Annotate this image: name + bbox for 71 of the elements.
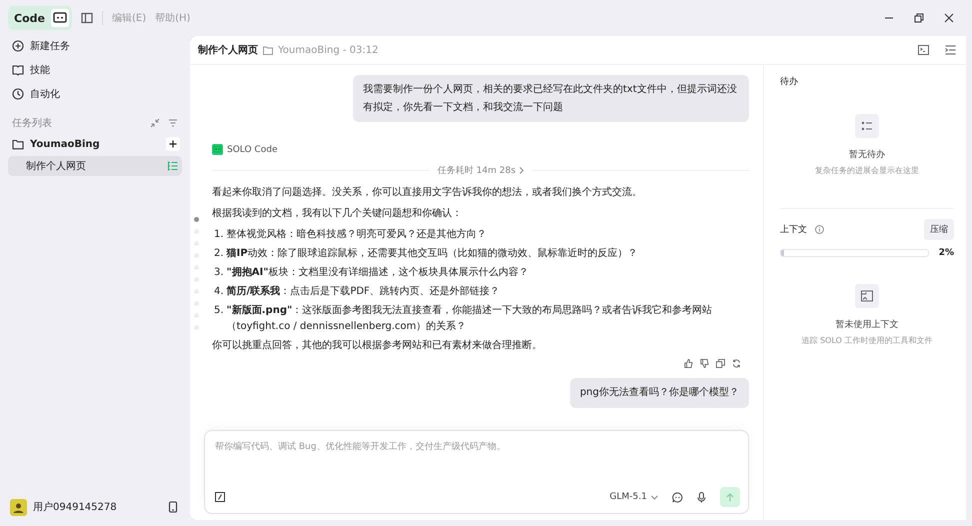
nav-item[interactable]: 自动化 — [8, 84, 182, 104]
copy-icon[interactable] — [716, 359, 725, 368]
empty-state-title: 暂无待办 — [849, 148, 885, 161]
task-title: 制作个人网页 — [198, 44, 258, 57]
refresh-icon[interactable] — [732, 359, 741, 368]
list-item-text: "拥抱AI"板块：文档里没有详细描述，这个板块具体展示什么内容？ — [226, 266, 528, 280]
message-input[interactable]: 帮你编写代码、调试 Bug、优化性能等开发工作，交付生产级代码产物。 GLM-5.1 — [204, 430, 749, 514]
chat-bubble-icon[interactable] — [672, 492, 683, 502]
model-selector[interactable]: GLM-5.1 — [610, 492, 647, 502]
context-usage-percent: 2% — [938, 248, 954, 258]
thumbs-up-icon[interactable] — [684, 359, 693, 368]
task-duration-link[interactable]: 任务耗时 14m 28s — [437, 164, 516, 177]
list-number: 5. — [214, 304, 224, 318]
list-number: 2. — [214, 247, 224, 261]
arrow-up-icon — [726, 492, 734, 502]
nav-item[interactable]: 新建任务 — [8, 36, 182, 56]
collapse-icon[interactable] — [150, 118, 160, 128]
terminal-icon[interactable] — [918, 45, 929, 55]
message-nav-dot[interactable] — [194, 217, 199, 222]
plus-icon — [169, 140, 177, 148]
compress-button[interactable]: 压缩 — [924, 219, 954, 240]
chat-box-icon — [50, 9, 69, 27]
message-paragraph: 你可以挑重点回答，其他的我可以根据参考网站和已有素材来做合理推断。 — [212, 338, 543, 353]
list-number: 4. — [214, 285, 224, 299]
info-icon[interactable] — [815, 225, 824, 234]
slash-command-icon[interactable] — [215, 492, 225, 502]
book-icon — [12, 64, 24, 76]
list-item-text: 简历/联系我：点击后是下载PDF、跳转内页、还是外部链接？ — [226, 284, 500, 299]
folder-image-icon — [855, 284, 879, 308]
list-item-text: 整体视觉风格：暗色科技感？明亮可爱风？还是其他方向？ — [226, 228, 487, 242]
section-title: 任务列表 — [12, 116, 52, 130]
message-paragraph: 根据我读到的文档，我有以下几个关键问题想和你确认： — [212, 206, 463, 221]
task-item[interactable]: 制作个人网页 — [8, 156, 182, 176]
chevron-right-icon[interactable] — [518, 167, 524, 174]
sidebar-toggle-icon[interactable] — [80, 12, 93, 24]
empty-state-hint: 复杂任务的进展会显示在这里 — [815, 165, 919, 176]
send-button[interactable] — [720, 487, 740, 507]
user-name: 用户0949145278 — [33, 500, 118, 514]
new-task-icon — [12, 40, 24, 52]
thumbs-down-icon[interactable] — [700, 359, 709, 368]
clock-icon — [12, 88, 24, 100]
list-number: 1. — [214, 228, 224, 242]
avatar-icon — [10, 498, 27, 516]
list-icon — [167, 161, 178, 171]
message-paragraph: 看起来你取消了问题选择。没关系，你可以直接用文字告诉我你的想法，或者我们换个方式交流。 — [212, 186, 643, 200]
task-path: YoumaoBing - 03:12 — [278, 44, 378, 56]
context-title: 上下文 — [780, 224, 807, 236]
list-item-text: 猫IP动效：除了眼球追踪鼠标，还需要其他交互吗（比如猫的微动效、鼠标靠近时的反应）？ — [226, 246, 638, 261]
empty-state-title: 暂未使用上下文 — [836, 318, 898, 331]
chevron-down-icon[interactable] — [651, 494, 658, 500]
filter-icon[interactable] — [168, 118, 178, 128]
empty-state-hint: 追踪 SOLO 工作时使用的工具和文件 — [802, 335, 932, 346]
restore-icon[interactable] — [914, 13, 924, 23]
panel-toggle-icon[interactable] — [945, 45, 956, 55]
user-message: 我需要制作一份个人网页，相关的要求已经写在此文件夹的txt文件中，但提示词还没有拟定，你先看一下文档，和我交流一下问题 — [353, 75, 749, 122]
todo-title: 待办 — [780, 77, 798, 87]
agent-logo-icon — [212, 144, 223, 155]
checklist-icon — [855, 114, 879, 138]
add-task-button[interactable] — [166, 137, 180, 151]
list-number: 3. — [214, 266, 224, 280]
project-name[interactable]: YoumaoBing — [30, 138, 160, 150]
folder-icon — [12, 138, 24, 150]
agent-name: SOLO Code — [227, 144, 278, 154]
close-icon[interactable] — [944, 13, 954, 23]
microphone-icon[interactable] — [697, 492, 706, 502]
phone-icon[interactable] — [168, 501, 178, 513]
nav-item[interactable]: 技能 — [8, 60, 182, 80]
list-item-text: "新版面.png"：这张版面参考图我无法直接查看，你能描述一下大致的布局思路吗？或者告诉我它和参考网站（toyfight.co / dennissnellenberg.com）的关系？ — [226, 303, 714, 334]
folder-icon — [263, 46, 273, 54]
code-mode-badge[interactable]: Code — [8, 6, 72, 30]
user-message: png你无法查看吗？你是哪个模型？ — [570, 378, 749, 408]
